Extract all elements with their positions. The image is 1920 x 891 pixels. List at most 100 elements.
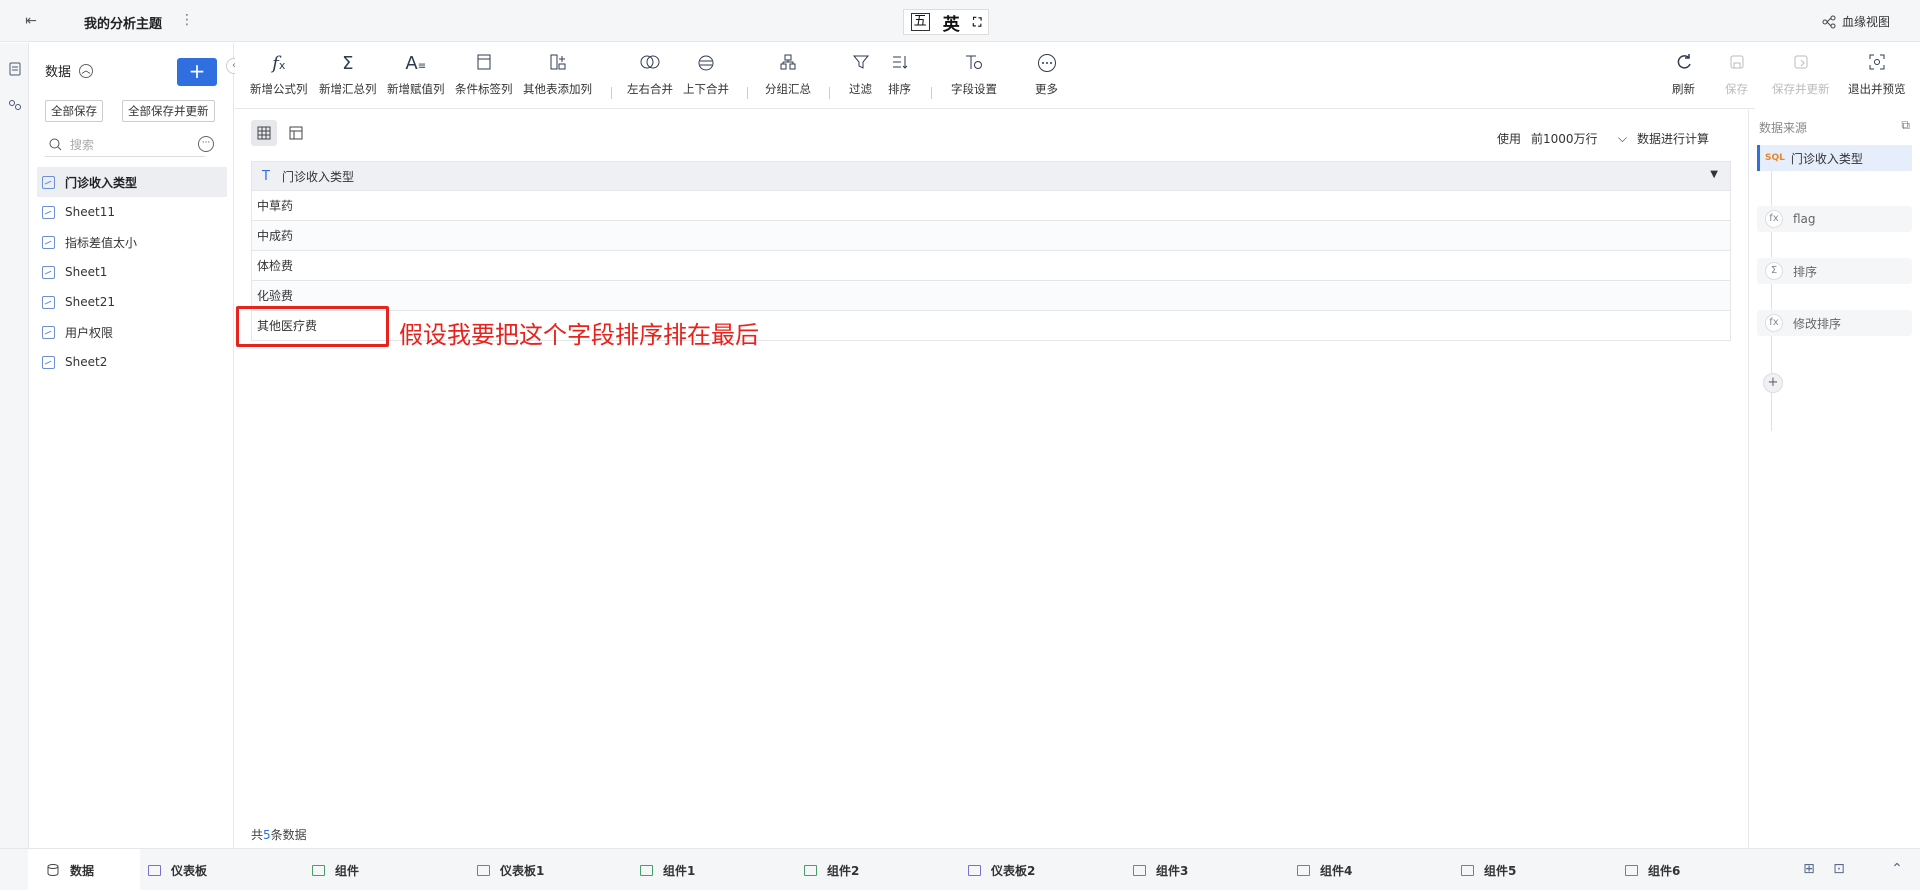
tab-component[interactable]: 组件 xyxy=(312,849,359,891)
lineage-view-button[interactable]: 血缘视图 xyxy=(1822,13,1890,30)
tab-component5[interactable]: 组件5 xyxy=(1461,849,1516,891)
toolbar-label: 其他表添加列 xyxy=(523,82,592,96)
exit-icon[interactable]: ⇤ xyxy=(22,12,40,30)
refresh-icon xyxy=(1672,53,1695,75)
tab-dashboard1[interactable]: 仪表板1 xyxy=(477,849,544,891)
step-item[interactable]: fx 修改排序 xyxy=(1757,310,1912,336)
collapse-up-icon[interactable]: ︿ xyxy=(79,63,94,78)
table-view-button[interactable] xyxy=(251,120,277,146)
tab-component4[interactable]: 组件4 xyxy=(1297,849,1352,891)
data-panel-icon[interactable] xyxy=(0,51,29,87)
tab-dashboard[interactable]: 仪表板 xyxy=(148,849,207,891)
sheet-icon xyxy=(42,325,55,339)
add-summary-column-button[interactable]: Σ 新增汇总列 xyxy=(319,53,377,97)
ime-expand-icon[interactable]: ⛶ xyxy=(973,15,981,30)
data-source-panel: 数据来源 ⧉ SQL 门诊收入类型 fx flag Σ 排序 fx 修改排序 + xyxy=(1748,110,1920,848)
add-assign-column-button[interactable]: A≡ 新增赋值列 xyxy=(387,53,445,97)
save-button[interactable]: 保存 xyxy=(1725,53,1748,97)
chevron-down-icon: ⌵ xyxy=(1617,130,1627,145)
toolbar-label: 分组汇总 xyxy=(765,82,811,96)
link-panel-icon[interactable] xyxy=(0,87,29,123)
search-input[interactable]: 搜索 xyxy=(45,133,205,157)
sort-button[interactable]: 排序 xyxy=(888,53,911,97)
add-formula-column-button[interactable]: fx 新增公式列 xyxy=(250,53,308,97)
filter-button[interactable]: 过滤 xyxy=(849,53,872,97)
more-options-icon[interactable]: ··· xyxy=(198,136,214,152)
column-header-label: 门诊收入类型 xyxy=(281,169,354,184)
more-icon xyxy=(1035,53,1058,75)
sheet-item[interactable]: 指标差值太小 xyxy=(37,227,227,257)
row-limit-control: 使用 前1000万行 ⌵ 数据进行计算 xyxy=(1497,127,1709,149)
chart-icon xyxy=(1133,864,1146,876)
save-icon xyxy=(1725,53,1748,75)
annotation-text: 假设我要把这个字段排序排在最后 xyxy=(399,321,759,349)
chart-icon xyxy=(1625,864,1638,876)
sheet-item[interactable]: Sheet2 xyxy=(37,347,227,377)
input-method-toolbar[interactable]: 五 英 ⛶ xyxy=(903,9,989,35)
refresh-button[interactable]: 刷新 xyxy=(1672,53,1695,97)
toolbar-label: 新增赋值列 xyxy=(387,82,445,96)
sheet-item[interactable]: Sheet21 xyxy=(37,287,227,317)
tab-dashboard2[interactable]: 仪表板2 xyxy=(968,849,1035,891)
row-limit-select[interactable]: 前1000万行 ⌵ xyxy=(1531,127,1627,149)
add-dashboard-icon[interactable]: ⊡ xyxy=(1830,860,1848,878)
toolbar-label: 更多 xyxy=(1035,82,1058,96)
layout-view-button[interactable] xyxy=(283,120,309,146)
ime-mode[interactable]: 五 xyxy=(910,13,930,31)
merge-left-right-button[interactable]: 左右合并 xyxy=(627,53,673,97)
chart-icon xyxy=(312,864,325,876)
dashboard-icon xyxy=(477,864,490,876)
divider xyxy=(829,87,830,99)
group-icon xyxy=(765,53,811,75)
sheet-item[interactable]: Sheet11 xyxy=(37,197,227,227)
tab-component1[interactable]: 组件1 xyxy=(640,849,695,891)
more-button[interactable]: 更多 xyxy=(1035,53,1058,97)
add-table-button[interactable]: + xyxy=(177,58,217,86)
tab-label: 数据 xyxy=(70,863,95,878)
add-column-from-table-button[interactable]: 其他表添加列 xyxy=(523,53,592,97)
tab-data[interactable]: 数据 xyxy=(28,849,140,891)
condition-tag-column-button[interactable]: 条件标签列 xyxy=(455,53,513,97)
sheet-item[interactable]: Sheet1 xyxy=(37,257,227,287)
tab-label: 组件3 xyxy=(1156,863,1189,878)
chart-icon xyxy=(640,864,653,876)
table-row[interactable]: 化验费 xyxy=(252,280,1730,310)
tab-label: 仪表板 xyxy=(171,863,208,878)
toolbar-label: 排序 xyxy=(888,82,911,96)
bottom-tab-bar: 数据 仪表板 组件 仪表板1 组件1 组件2 仪表板2 组件3 组件4 组件5 … xyxy=(0,848,1920,891)
save-all-button[interactable]: 全部保存 xyxy=(45,100,103,122)
step-item[interactable]: fx flag xyxy=(1757,206,1912,232)
annotation-highlight-box xyxy=(236,306,389,347)
exit-preview-button[interactable]: 退出并预览 xyxy=(1848,53,1906,97)
chart-icon xyxy=(804,864,817,876)
source-item[interactable]: SQL 门诊收入类型 xyxy=(1757,145,1912,171)
ime-language[interactable]: 英 xyxy=(943,10,960,35)
save-update-button[interactable]: 保存并更新 xyxy=(1772,53,1830,97)
tab-label: 组件4 xyxy=(1320,863,1353,878)
collapse-tabs-icon[interactable]: ⌃ xyxy=(1888,860,1906,878)
table-row[interactable]: 中草药 xyxy=(252,190,1730,220)
tab-component2[interactable]: 组件2 xyxy=(804,849,859,891)
search-placeholder: 搜索 xyxy=(70,138,95,152)
exit-preview-icon xyxy=(1848,53,1906,75)
sheet-item[interactable]: 用户权限 xyxy=(37,317,227,347)
toolbar-label: 新增公式列 xyxy=(250,82,308,96)
tab-component3[interactable]: 组件3 xyxy=(1133,849,1188,891)
table-row[interactable]: 体检费 xyxy=(252,250,1730,280)
expand-panel-icon[interactable]: ⧉ xyxy=(1901,118,1910,133)
more-vertical-icon[interactable]: ⋮ xyxy=(180,12,194,28)
merge-top-bottom-button[interactable]: 上下合并 xyxy=(683,53,729,97)
save-all-update-button[interactable]: 全部保存并更新 xyxy=(122,100,215,122)
add-step-button[interactable]: + xyxy=(1763,373,1783,393)
field-settings-button[interactable]: 字段设置 xyxy=(951,53,997,97)
step-item[interactable]: Σ 排序 xyxy=(1757,258,1912,284)
caret-down-icon[interactable]: ▼ xyxy=(1710,169,1718,180)
sheet-item[interactable]: 门诊收入类型 xyxy=(37,167,227,197)
column-header[interactable]: T 门诊收入类型 ▼ xyxy=(252,162,1730,190)
add-component-icon[interactable]: ⊞ xyxy=(1800,860,1818,878)
sheet-label: Sheet21 xyxy=(65,295,115,309)
group-summary-button[interactable]: 分组汇总 xyxy=(765,53,811,97)
tab-component6[interactable]: 组件6 xyxy=(1625,849,1680,891)
table-row[interactable]: 中成药 xyxy=(252,220,1730,250)
divider xyxy=(611,87,612,99)
